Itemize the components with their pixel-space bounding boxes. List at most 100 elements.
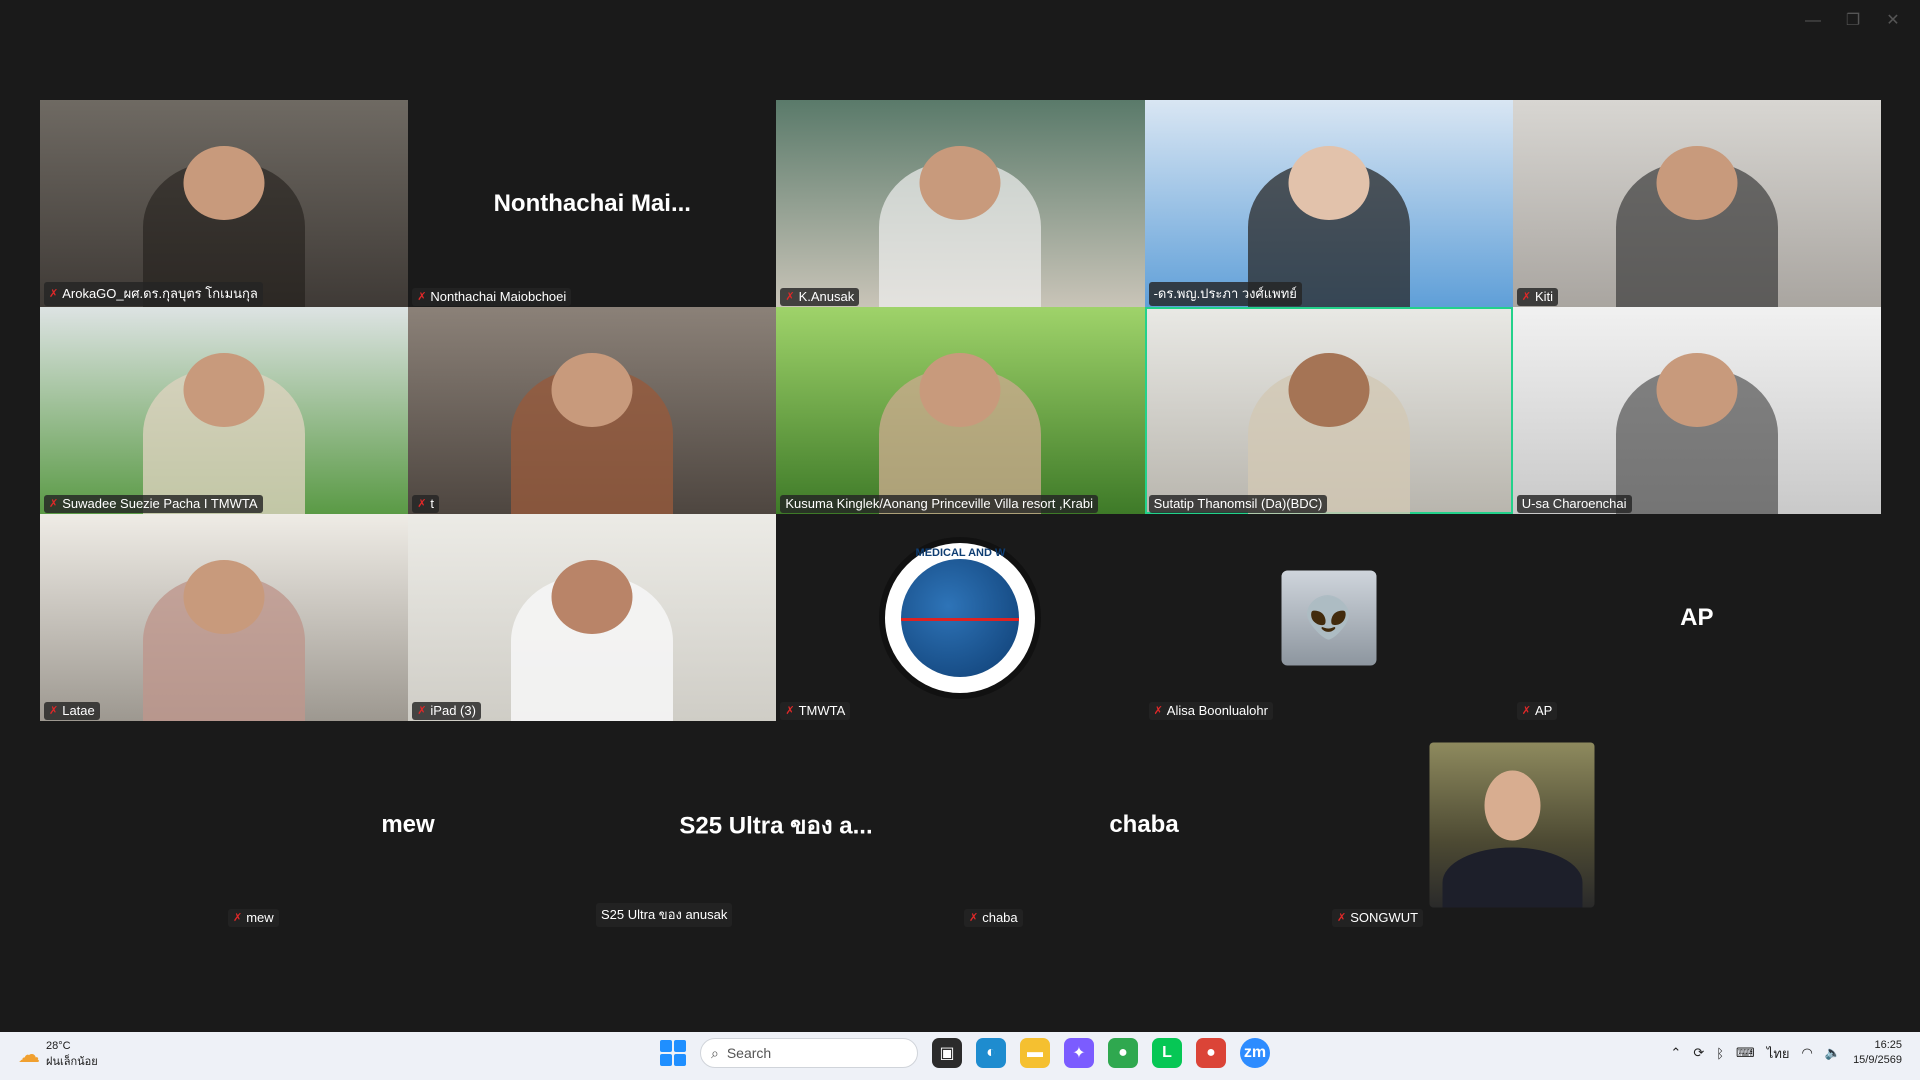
participant-tile[interactable]: MEDICAL AND W ✗ TMWTA: [776, 514, 1145, 721]
search-icon: ⌕: [711, 1044, 719, 1061]
tmwta-logo: MEDICAL AND W: [879, 536, 1042, 699]
window-maximize-button[interactable]: ❐: [1838, 10, 1868, 32]
participant-nametag: -ดร.พญ.ประภา วงศ์แพทย์: [1148, 282, 1302, 306]
task-view-icon[interactable]: ▣: [932, 1038, 962, 1068]
participant-nametag: ✗ ArokaGO_ผศ.ดร.กุลบุตร โกเมนกุล: [44, 282, 263, 306]
weather-icon: ☁: [18, 1042, 40, 1067]
chrome-icon[interactable]: ●: [1108, 1038, 1138, 1068]
participant-name: Sutatip Thanomsil (Da)(BDC): [1153, 496, 1323, 511]
logo-text: MEDICAL AND W: [915, 546, 1006, 559]
participant-name: TMWTA: [798, 703, 846, 718]
participant-nametag: ✗ Latae: [44, 702, 100, 720]
wifi-icon[interactable]: ◠: [1802, 1045, 1813, 1061]
participant-tile[interactable]: ✗ SONGWUT: [1328, 721, 1696, 928]
participant-tile[interactable]: mew ✗ mew: [224, 721, 592, 928]
participant-tile[interactable]: chaba ✗ chaba: [960, 721, 1328, 928]
start-button[interactable]: [660, 1040, 686, 1066]
participant-name: mew: [246, 910, 274, 925]
language-indicator[interactable]: ไทย: [1767, 1043, 1790, 1064]
video-face: [551, 559, 633, 635]
file-explorer-icon[interactable]: ▬: [1020, 1038, 1050, 1068]
photo-body: [1442, 847, 1582, 907]
bluetooth-icon[interactable]: ᛒ: [1716, 1046, 1724, 1061]
participant-tile[interactable]: ✗ Suwadee Suezie Pacha I TMWTA: [40, 307, 409, 514]
chrome-profile-icon[interactable]: ●: [1196, 1038, 1226, 1068]
participant-display-name: Nonthachai Mai...: [493, 189, 691, 217]
participant-tile[interactable]: AP ✗ AP: [1512, 514, 1881, 721]
clock-time: 16:25: [1874, 1039, 1902, 1051]
mic-muted-icon: ✗: [417, 291, 427, 303]
zoom-icon[interactable]: zm: [1240, 1038, 1270, 1068]
mic-muted-icon: ✗: [49, 498, 59, 510]
gallery-bottom-row: mew ✗ mew S25 Ultra ของ a... S25 Ultra ขอ…: [224, 721, 1696, 928]
participant-tile[interactable]: ✗ iPad (3): [408, 514, 777, 721]
participant-name: iPad (3): [430, 703, 476, 718]
participant-name: Latae: [62, 703, 95, 718]
participant-tile[interactable]: S25 Ultra ของ a... S25 Ultra ของ anusak: [592, 721, 960, 928]
participant-nametag: ✗ K.Anusak: [780, 288, 860, 306]
participant-tile[interactable]: ✗ t: [408, 307, 777, 514]
participant-name: S25 Ultra ของ anusak: [601, 907, 728, 922]
windows-taskbar: ☁ 28°C ฝนเล็กน้อย ⌕ Search ▣ ◐ ▬ ✦ ● L ●…: [0, 1032, 1920, 1080]
participant-name: ArokaGO_ผศ.ดร.กุลบุตร โกเมนกุล: [62, 286, 258, 301]
clock-date: 15/9/2569: [1853, 1054, 1902, 1066]
participant-nametag: S25 Ultra ของ anusak: [596, 903, 733, 927]
taskbar-apps: ⌕ Search ▣ ◐ ▬ ✦ ● L ● zm: [660, 1038, 1270, 1068]
mic-muted-icon: ✗: [49, 705, 59, 717]
line-icon[interactable]: L: [1152, 1038, 1182, 1068]
window-close-button[interactable]: ✕: [1878, 10, 1908, 32]
participant-tile[interactable]: ✗ Kiti: [1512, 100, 1881, 307]
participant-nametag: ✗ Nonthachai Maiobchoei: [412, 288, 572, 306]
keyboard-icon[interactable]: ⌨: [1736, 1045, 1755, 1061]
globe-icon: [901, 558, 1020, 677]
sync-icon[interactable]: ⟳: [1693, 1045, 1704, 1061]
search-placeholder: Search: [726, 1045, 772, 1061]
weather-widget[interactable]: ☁ 28°C ฝนเล็กน้อย: [18, 1040, 98, 1070]
video-face: [183, 352, 265, 428]
participant-display-name: S25 Ultra ของ a...: [679, 812, 873, 839]
mic-muted-icon: ✗: [785, 291, 795, 303]
participant-tile[interactable]: Kusuma Kinglek/Aonang Princeville Villa …: [776, 307, 1145, 514]
mic-muted-icon: ✗: [969, 912, 979, 924]
mic-muted-icon: ✗: [417, 705, 427, 717]
taskbar-search[interactable]: ⌕ Search: [700, 1038, 918, 1068]
profile-picture: 👽: [1281, 570, 1377, 665]
participant-tile[interactable]: U-sa Charoenchai: [1512, 307, 1881, 514]
participant-tile[interactable]: Nonthachai Mai... ✗ Nonthachai Maiobchoei: [408, 100, 777, 307]
video-face: [183, 559, 265, 635]
participant-nametag: ✗ chaba: [964, 909, 1023, 927]
participant-nametag: ✗ t: [412, 495, 440, 513]
profile-picture: [1429, 742, 1595, 907]
gallery-grid: ✗ ArokaGO_ผศ.ดร.กุลบุตร โกเมนกุล Nonthach…: [40, 100, 1881, 721]
video-face: [183, 145, 265, 221]
participant-tile[interactable]: ✗ ArokaGO_ผศ.ดร.กุลบุตร โกเมนกุล: [40, 100, 409, 307]
mic-muted-icon: ✗: [1521, 705, 1531, 717]
participant-display-name: AP: [1680, 603, 1714, 631]
participant-nametag: Kusuma Kinglek/Aonang Princeville Villa …: [780, 495, 1098, 513]
chevron-up-icon[interactable]: ⌃: [1670, 1045, 1681, 1061]
video-face: [1288, 145, 1370, 221]
system-tray: ⌃ ⟳ ᛒ ⌨ ไทย ◠ 🔈 16:25 15/9/2569: [1670, 1038, 1902, 1068]
participant-tile[interactable]: 👽 ✗ Alisa Boonlualohr: [1144, 514, 1513, 721]
participant-nametag: ✗ SONGWUT: [1332, 909, 1424, 927]
window-minimize-button[interactable]: —: [1798, 10, 1828, 32]
participant-name: Alisa Boonlualohr: [1166, 703, 1268, 718]
mic-muted-icon: ✗: [785, 705, 795, 717]
copilot-icon[interactable]: ✦: [1064, 1038, 1094, 1068]
participant-nametag: ✗ AP: [1516, 702, 1558, 720]
participant-tile[interactable]: -ดร.พญ.ประภา วงศ์แพทย์: [1144, 100, 1513, 307]
video-face: [1656, 145, 1738, 221]
volume-icon[interactable]: 🔈: [1825, 1045, 1841, 1061]
video-face: [1656, 352, 1738, 428]
participant-tile[interactable]: ✗ Latae: [40, 514, 409, 721]
participant-name: Nonthachai Maiobchoei: [430, 289, 567, 304]
participant-name: Kiti: [1534, 289, 1554, 304]
participant-name: Kusuma Kinglek/Aonang Princeville Villa …: [785, 496, 1093, 511]
clock[interactable]: 16:25 15/9/2569: [1853, 1038, 1902, 1068]
participant-nametag: ✗ TMWTA: [780, 702, 851, 720]
mic-muted-icon: ✗: [1153, 705, 1163, 717]
participant-tile[interactable]: ✗ K.Anusak: [776, 100, 1145, 307]
participant-tile-active-speaker[interactable]: Sutatip Thanomsil (Da)(BDC): [1144, 307, 1513, 514]
edge-icon[interactable]: ◐: [976, 1038, 1006, 1068]
mic-muted-icon: ✗: [49, 288, 59, 300]
